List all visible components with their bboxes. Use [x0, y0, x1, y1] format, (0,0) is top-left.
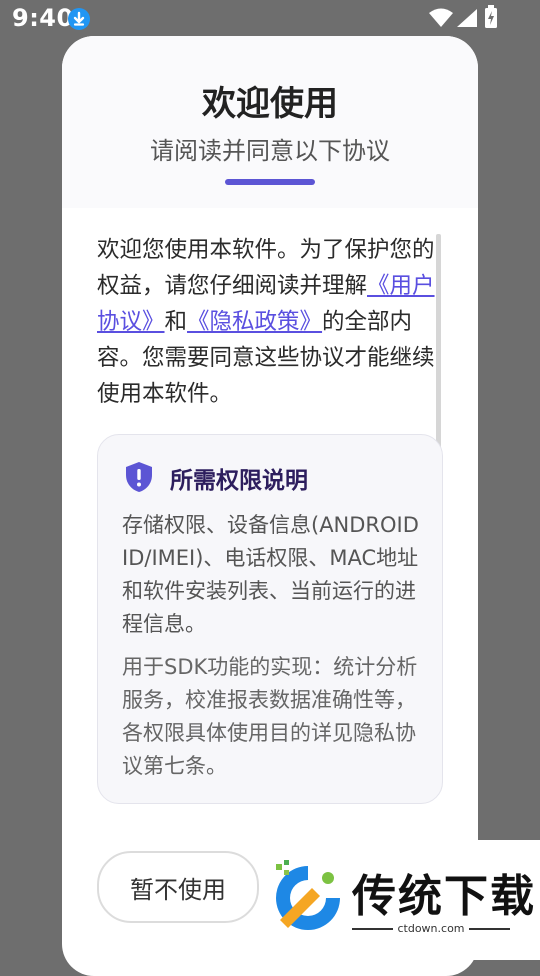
status-time: 9:40 [12, 4, 74, 32]
intro-and: 和 [164, 309, 188, 335]
watermark-url: ctdown.com [352, 922, 510, 935]
agreement-dialog: 欢迎使用 请阅读并同意以下协议 欢迎您使用本软件。为了保护您的权益，请您仔细阅读… [62, 36, 478, 976]
download-notification-icon [68, 8, 90, 30]
title-accent-bar [225, 179, 315, 185]
shield-icon [126, 462, 152, 492]
signal-icon [457, 9, 477, 27]
decline-button[interactable]: 暂不使用 [97, 851, 259, 923]
dialog-header: 欢迎使用 请阅读并同意以下协议 [62, 36, 478, 208]
dialog-subtitle: 请阅读并同意以下协议 [150, 137, 390, 165]
battery-icon [485, 5, 497, 28]
permissions-description: 存储权限、设备信息(ANDROID ID/IMEI)、电话权限、MAC地址和软件… [122, 513, 419, 636]
wifi-icon [429, 8, 453, 27]
permissions-card: 所需权限说明 存储权限、设备信息(ANDROID ID/IMEI)、电话权限、M… [97, 434, 443, 804]
watermark-text: 传统下载 [352, 871, 536, 922]
status-bar: 9:40 [0, 0, 540, 36]
intro-text: 欢迎您使用本软件。为了保护您的权益，请您仔细阅读并理解《用户协议》和《隐私政策》… [97, 232, 443, 412]
watermark: 传统下载 ctdown.com [260, 840, 540, 960]
privacy-policy-link[interactable]: 《隐私政策》 [187, 309, 322, 335]
dialog-title: 欢迎使用 [202, 84, 338, 124]
watermark-logo-icon [276, 860, 340, 930]
permissions-title: 所需权限说明 [170, 468, 308, 494]
permissions-usage: 用于SDK功能的实现：统计分析服务，校准报表数据准确性等，各权限具体使用目的详见… [122, 655, 418, 778]
